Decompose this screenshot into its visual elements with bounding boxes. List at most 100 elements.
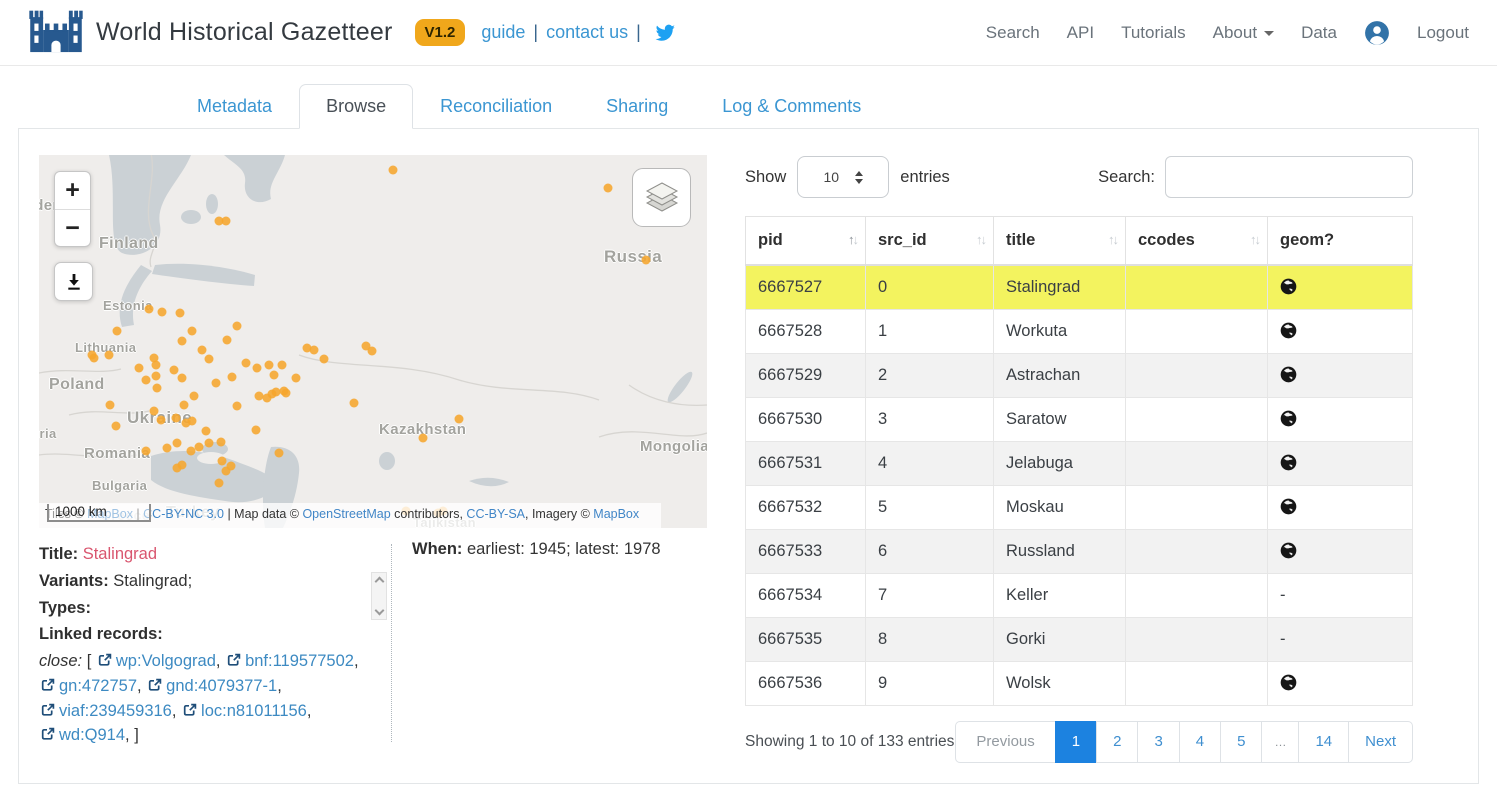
map-point-marker[interactable] (280, 387, 289, 396)
linked-record-link[interactable]: gnd:4079377-1 (166, 677, 277, 695)
download-map-button[interactable] (54, 262, 93, 301)
map-point-marker[interactable] (278, 361, 287, 370)
map-point-marker[interactable] (142, 376, 151, 385)
linked-record-link[interactable]: bnf:119577502 (245, 652, 354, 670)
table-row[interactable]: 66675358Gorki- (746, 618, 1413, 662)
linked-record-link[interactable]: wd:Q914 (59, 726, 125, 744)
linked-record-link[interactable]: wp:Volgograd (116, 652, 216, 670)
attribution-link[interactable]: OpenStreetMap (302, 507, 390, 521)
variants-scrollbar[interactable] (371, 572, 387, 620)
table-row[interactable]: 66675303Saratow (746, 398, 1413, 442)
layers-control[interactable] (632, 168, 691, 227)
map-point-marker[interactable] (198, 346, 207, 355)
map-point-marker[interactable] (242, 359, 251, 368)
page-button-2[interactable]: 2 (1096, 721, 1138, 763)
map-point-marker[interactable] (163, 444, 172, 453)
page-button-1[interactable]: 1 (1055, 721, 1097, 763)
map-point-marker[interactable] (320, 355, 329, 364)
map-point-marker[interactable] (153, 384, 162, 393)
map-point-marker[interactable] (222, 217, 231, 226)
table-row[interactable]: 66675325Moskau (746, 486, 1413, 530)
map-point-marker[interactable] (180, 401, 189, 410)
table-row[interactable]: 66675281Workuta (746, 310, 1413, 354)
map-point-marker[interactable] (223, 336, 232, 345)
column-header-ccodes[interactable]: ccodes↑↓ (1126, 217, 1268, 266)
map-point-marker[interactable] (170, 366, 179, 375)
map-point-marker[interactable] (158, 308, 167, 317)
map-point-marker[interactable] (233, 322, 242, 331)
map-point-marker[interactable] (215, 479, 224, 488)
logout-link[interactable]: Logout (1417, 23, 1469, 43)
map-point-marker[interactable] (292, 374, 301, 383)
column-header-title[interactable]: title↑↓ (994, 217, 1126, 266)
nav-item-api[interactable]: API (1067, 23, 1094, 43)
map-point-marker[interactable] (112, 422, 121, 431)
map-point-marker[interactable] (368, 347, 377, 356)
map-point-marker[interactable] (227, 462, 236, 471)
map-point-marker[interactable] (389, 166, 398, 175)
map-point-marker[interactable] (270, 371, 279, 380)
scroll-up-icon[interactable] (374, 577, 384, 587)
map-point-marker[interactable] (106, 401, 115, 410)
twitter-icon[interactable] (653, 21, 677, 45)
zoom-out-button[interactable]: − (55, 209, 90, 246)
map-point-marker[interactable] (188, 327, 197, 336)
map-point-marker[interactable] (218, 457, 227, 466)
map-point-marker[interactable] (205, 355, 214, 364)
map-point-marker[interactable] (145, 305, 154, 314)
nav-item-about[interactable]: About (1213, 23, 1274, 43)
attribution-link[interactable]: CC-BY-NC 3.0 (143, 507, 224, 521)
map-canvas[interactable]: SwedenFinlandEstoniaLithuaniaPolandUkrai… (39, 155, 707, 528)
guide-link[interactable]: guide (481, 22, 525, 43)
column-header-geom[interactable]: geom? (1268, 217, 1413, 266)
table-row[interactable]: 66675336Russland (746, 530, 1413, 574)
map-point-marker[interactable] (195, 443, 204, 452)
map-point-marker[interactable] (88, 351, 97, 360)
search-input[interactable] (1165, 156, 1413, 198)
map-point-marker[interactable] (190, 392, 199, 401)
map-point-marker[interactable] (310, 346, 319, 355)
map-point-marker[interactable] (642, 256, 651, 265)
next-page-button[interactable]: Next (1348, 721, 1413, 763)
tab-log-comments[interactable]: Log & Comments (695, 84, 888, 129)
linked-record-link[interactable]: loc:n81011156 (201, 702, 307, 720)
map-point-marker[interactable] (275, 449, 284, 458)
page-button-3[interactable]: 3 (1137, 721, 1179, 763)
map-point-marker[interactable] (205, 439, 214, 448)
zoom-in-button[interactable]: + (55, 172, 90, 209)
map-point-marker[interactable] (212, 379, 221, 388)
map-point-marker[interactable] (150, 407, 159, 416)
map-point-marker[interactable] (105, 351, 114, 360)
tab-sharing[interactable]: Sharing (579, 84, 695, 129)
tab-browse[interactable]: Browse (299, 84, 413, 129)
user-account-icon[interactable] (1364, 20, 1390, 46)
map-point-marker[interactable] (152, 372, 161, 381)
page-size-select[interactable]: 10 (797, 156, 889, 198)
map-point-marker[interactable] (178, 337, 187, 346)
contact-link[interactable]: contact us (546, 22, 628, 43)
page-button-5[interactable]: 5 (1220, 721, 1262, 763)
map-point-marker[interactable] (173, 439, 182, 448)
map-point-marker[interactable] (604, 184, 613, 193)
map-point-marker[interactable] (182, 419, 191, 428)
page-button-14[interactable]: 14 (1298, 721, 1349, 763)
map-point-marker[interactable] (157, 416, 166, 425)
map-point-marker[interactable] (233, 402, 242, 411)
linked-record-link[interactable]: viaf:239459316 (59, 702, 172, 720)
nav-item-search[interactable]: Search (986, 23, 1040, 43)
map-point-marker[interactable] (228, 373, 237, 382)
map-point-marker[interactable] (202, 427, 211, 436)
map-point-marker[interactable] (178, 374, 187, 383)
nav-item-data[interactable]: Data (1301, 23, 1337, 43)
tab-metadata[interactable]: Metadata (170, 84, 299, 129)
map-point-marker[interactable] (419, 434, 428, 443)
attribution-link[interactable]: MapBox (593, 507, 639, 521)
scroll-down-icon[interactable] (374, 606, 384, 616)
map-point-marker[interactable] (265, 361, 274, 370)
map-point-marker[interactable] (113, 327, 122, 336)
table-row[interactable]: 66675369Wolsk (746, 662, 1413, 706)
attribution-link[interactable]: CC-BY-SA (466, 507, 525, 521)
map-point-marker[interactable] (217, 438, 226, 447)
table-row[interactable]: 66675292Astrachan (746, 354, 1413, 398)
page-button-4[interactable]: 4 (1179, 721, 1221, 763)
